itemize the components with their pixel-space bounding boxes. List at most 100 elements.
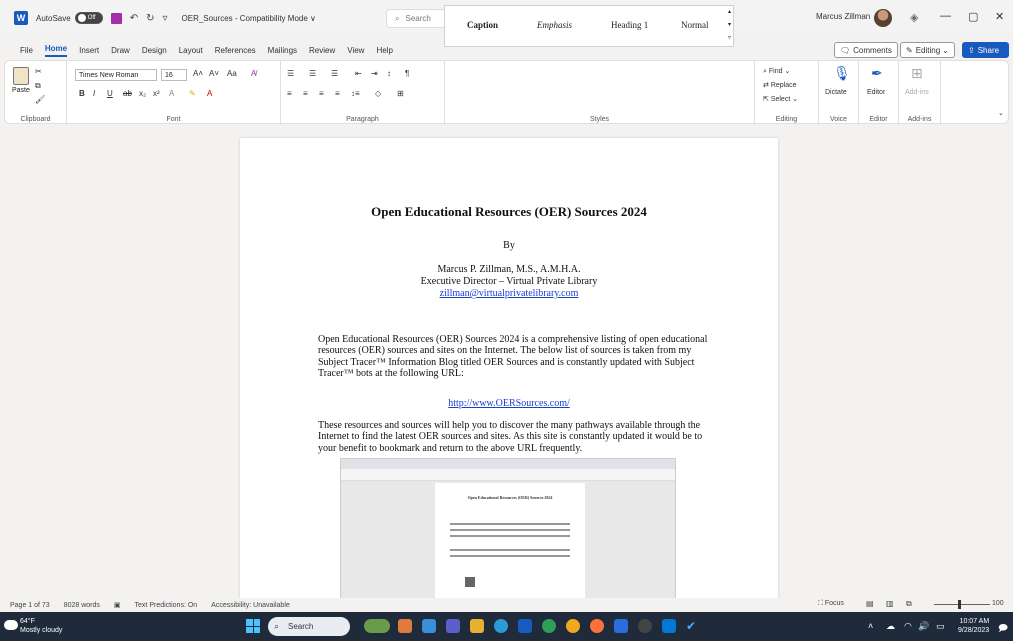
chrome-icon[interactable] (566, 619, 580, 633)
style-normal[interactable]: Normal (681, 20, 709, 30)
addins-button[interactable]: Add-ins (905, 89, 929, 96)
app-icon[interactable] (614, 619, 628, 633)
styles-scroll-up-icon[interactable]: ▴ (728, 8, 731, 15)
close-icon[interactable]: ✕ (995, 10, 1004, 23)
autosave-toggle[interactable]: Off (74, 12, 103, 24)
styles-gallery[interactable]: Caption Emphasis Heading 1 Normal ▴ ▾ ▿ (444, 5, 734, 47)
premium-diamond-icon[interactable]: ◈ (910, 11, 918, 24)
zoom-level[interactable]: 100 (992, 600, 1004, 607)
dictate-microphone-icon[interactable]: 🎙 (833, 65, 851, 82)
widgets-icon[interactable] (364, 619, 390, 633)
minimize-icon[interactable]: — (940, 10, 951, 22)
addins-grid-icon[interactable]: ⊞ (911, 65, 923, 82)
numbering-icon[interactable]: ☰ (309, 69, 316, 78)
menu-review[interactable]: Review (309, 46, 335, 55)
save-icon[interactable] (110, 12, 122, 24)
menu-help[interactable]: Help (376, 46, 392, 55)
file-explorer-icon[interactable] (470, 619, 484, 633)
web-layout-icon[interactable]: ⧉ (906, 599, 912, 609)
shrink-font-icon[interactable]: A˅ (209, 69, 219, 78)
document-title[interactable]: OER_Sources - Compatibility Mode ∨ (182, 14, 316, 23)
replace-button[interactable]: ⇄ Replace (763, 81, 797, 89)
collapse-ribbon-icon[interactable]: ⌄ (998, 109, 1004, 117)
app-icon[interactable] (422, 619, 436, 633)
styles-scroll-down-icon[interactable]: ▾ (728, 21, 731, 28)
dictate-button[interactable]: Dictate (825, 89, 847, 96)
read-mode-icon[interactable]: ▤ (866, 599, 874, 608)
find-button[interactable]: ⌕ Find ⌄ (763, 67, 790, 76)
editor-pen-icon[interactable]: ✒ (871, 65, 883, 82)
volume-icon[interactable]: 🔊 (918, 621, 929, 632)
proofing-icon[interactable]: ▣ (114, 601, 121, 609)
app-icon[interactable] (398, 619, 412, 633)
align-right-icon[interactable]: ≡ (319, 89, 324, 98)
teams-icon[interactable] (446, 619, 460, 633)
editing-mode-button[interactable]: ✎ Editing ⌄ (900, 42, 955, 58)
windows-start-icon[interactable] (246, 619, 260, 633)
cut-icon[interactable]: ✂ (35, 67, 42, 76)
email-link[interactable]: zillman@virtualprivatelibrary.com (440, 288, 579, 299)
increase-indent-icon[interactable]: ⇥ (371, 69, 378, 78)
italic-icon[interactable]: I (93, 89, 95, 98)
bullets-icon[interactable]: ☰ (287, 69, 294, 78)
bold-icon[interactable]: B (79, 89, 85, 98)
paste-button[interactable]: Paste (12, 87, 30, 94)
text-effects-icon[interactable]: A (169, 89, 174, 98)
menu-insert[interactable]: Insert (79, 46, 99, 55)
dell-icon[interactable] (638, 619, 652, 633)
grow-font-icon[interactable]: A˄ (193, 69, 203, 78)
font-color-icon[interactable]: A (207, 89, 212, 98)
style-emphasis[interactable]: Emphasis (537, 20, 572, 30)
highlight-icon[interactable]: ✎ (189, 89, 196, 98)
zoom-slider-thumb[interactable] (958, 600, 961, 609)
user-name[interactable]: Marcus Zillman (816, 12, 870, 21)
font-name-select[interactable]: Times New Roman (75, 69, 157, 81)
menu-draw[interactable]: Draw (111, 46, 130, 55)
word-taskbar-icon[interactable] (518, 619, 532, 633)
onedrive-icon[interactable]: ☁ (886, 621, 895, 632)
menu-references[interactable]: References (215, 46, 256, 55)
wifi-icon[interactable]: ◠ (904, 621, 912, 632)
line-spacing-icon[interactable]: ↕≡ (351, 89, 360, 98)
focus-button[interactable]: ⛶ Focus (818, 600, 844, 608)
sort-icon[interactable]: ↕ (387, 69, 391, 78)
paste-icon[interactable] (13, 67, 29, 85)
document-page[interactable]: Open Educational Resources (OER) Sources… (240, 138, 778, 600)
subscript-icon[interactable]: x₂ (139, 89, 146, 98)
menu-view[interactable]: View (347, 46, 364, 55)
weather-widget[interactable]: 64°F Mostly cloudy (20, 617, 62, 635)
print-layout-icon[interactable]: ▥ (886, 599, 894, 608)
word-count[interactable]: 8028 words (64, 602, 100, 609)
decrease-indent-icon[interactable]: ⇤ (355, 69, 362, 78)
pilcrow-icon[interactable]: ¶ (405, 69, 409, 78)
menu-file[interactable]: File (20, 46, 33, 55)
customize-qat-icon[interactable]: ▿ (162, 13, 167, 24)
clock[interactable]: 10:07 AM 9/28/2023 (958, 617, 989, 635)
restore-icon[interactable]: ▢ (968, 10, 978, 23)
checkmark-icon[interactable]: ✔ (686, 619, 700, 633)
menu-design[interactable]: Design (142, 46, 167, 55)
justify-icon[interactable]: ≡ (335, 89, 340, 98)
editor-button[interactable]: Editor (867, 89, 885, 96)
format-painter-icon[interactable]: 🖌 (35, 95, 45, 104)
outlook-icon[interactable] (662, 619, 676, 633)
accessibility-status[interactable]: Accessibility: Unavailable (211, 602, 290, 609)
styles-more-icon[interactable]: ▿ (728, 34, 731, 41)
undo-icon[interactable]: ↶ (130, 13, 138, 24)
superscript-icon[interactable]: x² (153, 89, 160, 98)
show-hidden-icons[interactable]: ˄ (868, 621, 873, 631)
firefox-icon[interactable] (590, 619, 604, 633)
style-heading-1[interactable]: Heading 1 (611, 20, 648, 30)
text-predictions[interactable]: Text Predictions: On (135, 602, 198, 609)
menu-home[interactable]: Home (44, 44, 68, 57)
strikethrough-icon[interactable]: ab (123, 89, 132, 98)
zoom-slider[interactable] (934, 604, 990, 605)
taskbar-search[interactable]: ⌕ Search (268, 617, 350, 636)
shading-icon[interactable]: ◇ (375, 89, 381, 98)
battery-icon[interactable]: ▭ (936, 621, 945, 632)
change-case-icon[interactable]: Aa (227, 69, 237, 78)
notification-icon[interactable]: 🗩 (998, 621, 1008, 637)
share-button[interactable]: ⇪ Share (962, 42, 1009, 58)
font-size-select[interactable]: 16 (161, 69, 187, 81)
underline-icon[interactable]: U (107, 89, 113, 98)
